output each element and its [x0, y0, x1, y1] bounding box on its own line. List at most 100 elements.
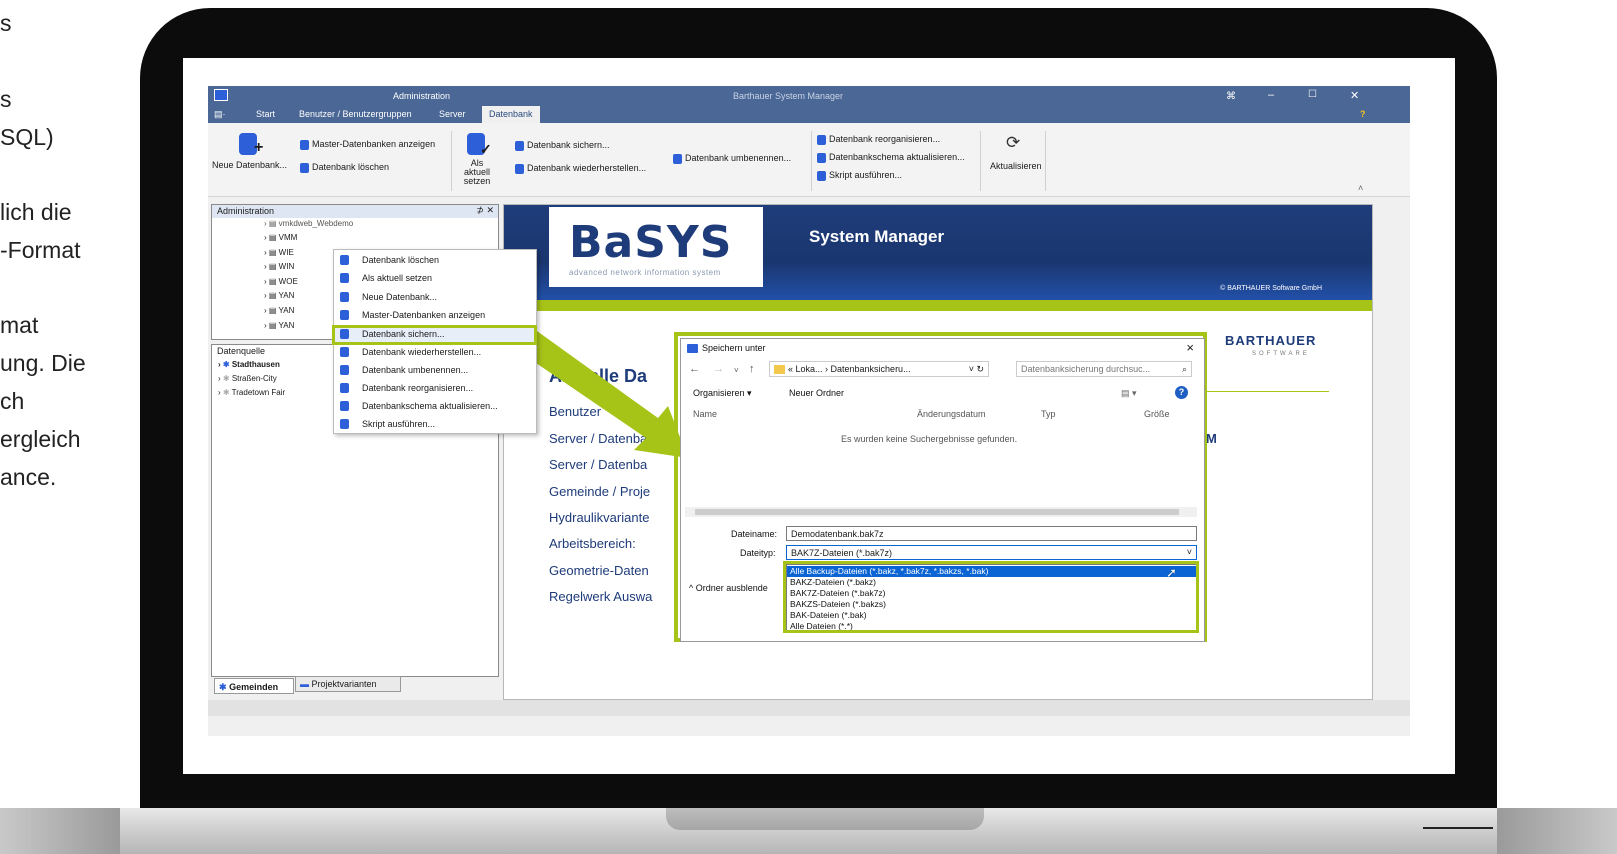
view-options-icon[interactable]: ▤ ▾: [1121, 388, 1137, 399]
tab-gemeinden[interactable]: ✱ Gemeinden: [214, 678, 294, 694]
basys-logo-text: BaSYS: [569, 217, 733, 268]
maximize-button[interactable]: ☐: [1308, 89, 1317, 100]
menu-item-new[interactable]: Neue Datenbank...: [334, 288, 536, 306]
tab-server[interactable]: Server: [439, 109, 466, 119]
left-text-line: s: [0, 10, 12, 36]
filetype-value: BAK7Z-Dateien (*.bak7z): [791, 548, 893, 558]
minimize-button[interactable]: –: [1268, 89, 1274, 101]
hide-folders-toggle[interactable]: ^ Ordner ausblende: [689, 583, 768, 593]
run-script-button[interactable]: Skript ausführen...: [817, 170, 902, 181]
horizontal-scrollbar[interactable]: [685, 507, 1197, 517]
ribbon-separator: [451, 131, 452, 191]
tree-item-label: WIE: [278, 248, 294, 257]
tab-start[interactable]: Start: [256, 109, 275, 119]
ribbon-context-title: Administration: [393, 91, 451, 101]
app-window: Administration Barthauer System Manager …: [208, 86, 1410, 736]
tree-item[interactable]: › ▤ vmkdweb_Webdemo: [264, 219, 353, 228]
barthauer-logo-subtitle: SOFTWARE: [1252, 351, 1310, 357]
accent-line: [504, 300, 1372, 311]
left-text-line: ance.: [0, 464, 57, 490]
help-icon[interactable]: ?: [1175, 386, 1188, 399]
menu-item-restore[interactable]: Datenbank wiederherstellen...: [334, 343, 536, 361]
database-icon: [340, 292, 349, 302]
database-icon: [340, 255, 349, 265]
filetype-select[interactable]: BAK7Z-Dateien (*.bak7z) ˅: [786, 545, 1197, 560]
backup-database-button[interactable]: Datenbank sichern...: [515, 140, 610, 151]
rename-database-label: Datenbank umbenennen...: [685, 153, 792, 163]
refresh-button[interactable]: Aktualisieren: [990, 161, 1042, 171]
collapse-ribbon-icon[interactable]: ˄: [1358, 183, 1363, 193]
database-icon: [340, 365, 349, 375]
back-icon[interactable]: ←: [689, 363, 700, 375]
pin-icon[interactable]: ⌘: [1226, 91, 1236, 102]
column-header-name[interactable]: Name: [693, 409, 717, 419]
database-icon: [340, 419, 349, 429]
app-icon: [687, 344, 698, 354]
rename-database-button[interactable]: Datenbank umbenennen...: [673, 153, 791, 164]
column-header-size[interactable]: Größe: [1144, 409, 1170, 419]
menu-item-run-script[interactable]: Skript ausführen...: [334, 415, 536, 433]
menu-item-reorganize[interactable]: Datenbank reorganisieren...: [334, 379, 536, 397]
chevron-down-icon: ˅ ↻: [968, 364, 984, 374]
hide-folders-label: Ordner ausblende: [695, 583, 768, 593]
ribbon-tabs: ▤· Start Benutzer / Benutzergruppen Serv…: [208, 106, 1410, 123]
title-bar: Administration Barthauer System Manager …: [208, 86, 1410, 106]
column-header-date[interactable]: Änderungsdatum: [917, 409, 986, 419]
tree-item[interactable]: › ▤ YAN: [264, 321, 294, 330]
info-label: Hydraulikvariante: [549, 510, 650, 525]
menu-item-rename[interactable]: Datenbank umbenennen...: [334, 361, 536, 379]
menu-item-update-schema[interactable]: Datenbankschema aktualisieren...: [334, 397, 536, 415]
delete-database-label: Datenbank löschen: [312, 162, 390, 172]
tab-projektvarianten-label: Projektvarianten: [311, 679, 377, 689]
menu-item-set-current[interactable]: Als aktuell setzen: [334, 269, 536, 287]
tree-item[interactable]: › ▤ WIN: [264, 262, 294, 271]
new-database-button[interactable]: Neue Datenbank...: [212, 160, 287, 170]
set-current-button[interactable]: Als aktuell setzen: [460, 159, 494, 186]
tree-item[interactable]: › ▤ WIE: [264, 248, 294, 257]
update-schema-button[interactable]: Datenbankschema aktualisieren...: [817, 152, 965, 163]
tree-item-label: YAN: [278, 321, 295, 330]
menu-item-label: Datenbank reorganisieren...: [362, 383, 474, 393]
address-bar[interactable]: « Loka... › Datenbanksicheru... ˅ ↻: [769, 361, 989, 377]
reorganize-database-button[interactable]: Datenbank reorganisieren...: [817, 134, 940, 145]
help-icon[interactable]: ?: [1360, 109, 1366, 119]
tree-item[interactable]: › ▤ YAN: [264, 306, 294, 315]
left-text-line: ch: [0, 388, 25, 414]
show-master-button[interactable]: Master-Datenbanken anzeigen: [300, 139, 435, 150]
search-input[interactable]: Datenbanksicherung durchsuc... ⌕: [1016, 361, 1192, 377]
filetype-label: Dateityp:: [740, 548, 776, 558]
new-folder-button[interactable]: Neuer Ordner: [789, 388, 844, 398]
database-icon: [515, 140, 524, 151]
laptop-notch: [666, 808, 984, 830]
app-menu-icon[interactable]: ▤·: [214, 109, 226, 120]
restore-database-button[interactable]: Datenbank wiederherstellen...: [515, 163, 646, 174]
tree-item[interactable]: › ▤ WOE: [264, 277, 298, 286]
administration-panel-header: Administration ⊅ ✕: [212, 205, 498, 218]
tree-item[interactable]: › ▤ VMM: [264, 233, 297, 242]
close-icon[interactable]: ⊅ ✕: [476, 205, 494, 216]
product-title: System Manager: [809, 227, 945, 246]
tree-item[interactable]: › ✱ Straßen-City: [218, 374, 277, 383]
filename-input[interactable]: Demodatenbank.bak7z: [786, 526, 1197, 541]
close-button[interactable]: ✕: [1350, 89, 1359, 102]
tree-item[interactable]: › ✱ Stadthausen: [218, 360, 280, 369]
window-title: Barthauer System Manager: [733, 91, 844, 101]
tree-item[interactable]: › ✱ Tradetown Fair: [218, 388, 285, 397]
menu-item-delete[interactable]: Datenbank löschen: [334, 251, 536, 269]
tab-projektvarianten[interactable]: ▬ Projektvarianten: [295, 676, 401, 692]
tab-datenbank[interactable]: Datenbank: [482, 106, 540, 123]
up-icon[interactable]: ↑: [749, 363, 755, 375]
scrollbar-thumb[interactable]: [695, 509, 1179, 515]
delete-database-button[interactable]: Datenbank löschen: [300, 162, 389, 173]
chevron-down-icon[interactable]: ˅: [734, 366, 739, 375]
tree-item[interactable]: › ▤ YAN: [264, 291, 294, 300]
forward-icon[interactable]: →: [713, 363, 724, 375]
column-header-type[interactable]: Typ: [1041, 409, 1056, 419]
search-placeholder: Datenbanksicherung durchsuc...: [1021, 364, 1151, 374]
chevron-down-icon: ˅: [1186, 547, 1192, 557]
tab-benutzer[interactable]: Benutzer / Benutzergruppen: [299, 109, 412, 119]
organize-button[interactable]: Organisieren ▾: [693, 388, 752, 399]
menu-item-show-master[interactable]: Master-Datenbanken anzeigen: [334, 306, 536, 324]
left-text-line: SQL): [0, 124, 54, 150]
dialog-close-button[interactable]: ×: [1186, 340, 1194, 355]
